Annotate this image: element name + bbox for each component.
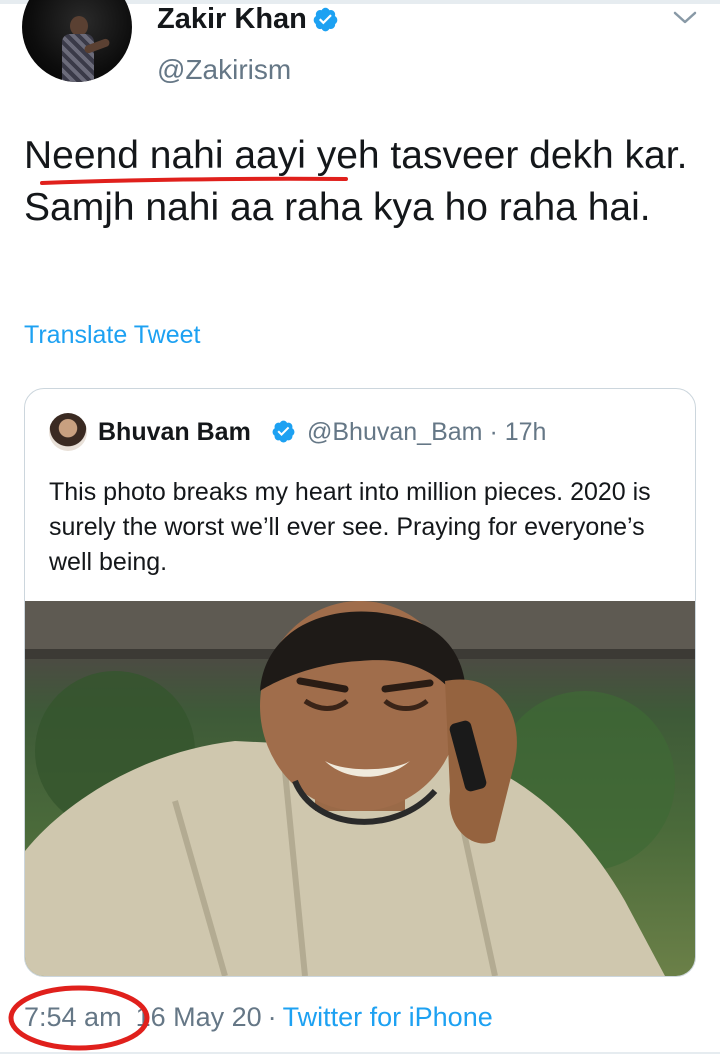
author-name[interactable]: Zakir Khan bbox=[157, 2, 307, 36]
avatar-figure-body bbox=[62, 34, 94, 82]
tweet-date[interactable]: 16 May 20 bbox=[136, 1002, 262, 1032]
quoted-author-name[interactable]: Bhuvan Bam bbox=[98, 417, 251, 447]
author-handle[interactable]: @Zakirism bbox=[157, 53, 291, 87]
quoted-tweet-text: This photo breaks my heart into million … bbox=[49, 478, 651, 576]
quoted-meta: @Bhuvan_Bam · 17h bbox=[307, 417, 546, 447]
annotation-underline bbox=[40, 176, 348, 185]
quoted-meta-separator: · bbox=[489, 418, 498, 446]
chevron-down-icon[interactable] bbox=[672, 8, 698, 28]
photo-illustration bbox=[25, 601, 695, 976]
quoted-author-avatar[interactable] bbox=[49, 413, 87, 451]
translate-tweet-link[interactable]: Translate Tweet bbox=[24, 320, 200, 350]
quoted-tweet-age[interactable]: 17h bbox=[505, 418, 547, 446]
quoted-verified-badge-icon bbox=[272, 420, 295, 443]
avatar-figure-head bbox=[70, 16, 88, 36]
quoted-tweet-card[interactable]: Bhuvan Bam @Bhuvan_Bam · 17h This photo … bbox=[24, 388, 696, 977]
timestamp-separator: · bbox=[267, 1002, 277, 1032]
quoted-tweet-photo[interactable] bbox=[25, 601, 695, 976]
verified-badge-icon bbox=[313, 7, 338, 32]
annotation-circle bbox=[8, 985, 150, 1051]
author-avatar[interactable] bbox=[22, 0, 132, 82]
tweet-source-link[interactable]: Twitter for iPhone bbox=[283, 1002, 493, 1032]
quoted-author-handle[interactable]: @Bhuvan_Bam bbox=[307, 418, 482, 446]
